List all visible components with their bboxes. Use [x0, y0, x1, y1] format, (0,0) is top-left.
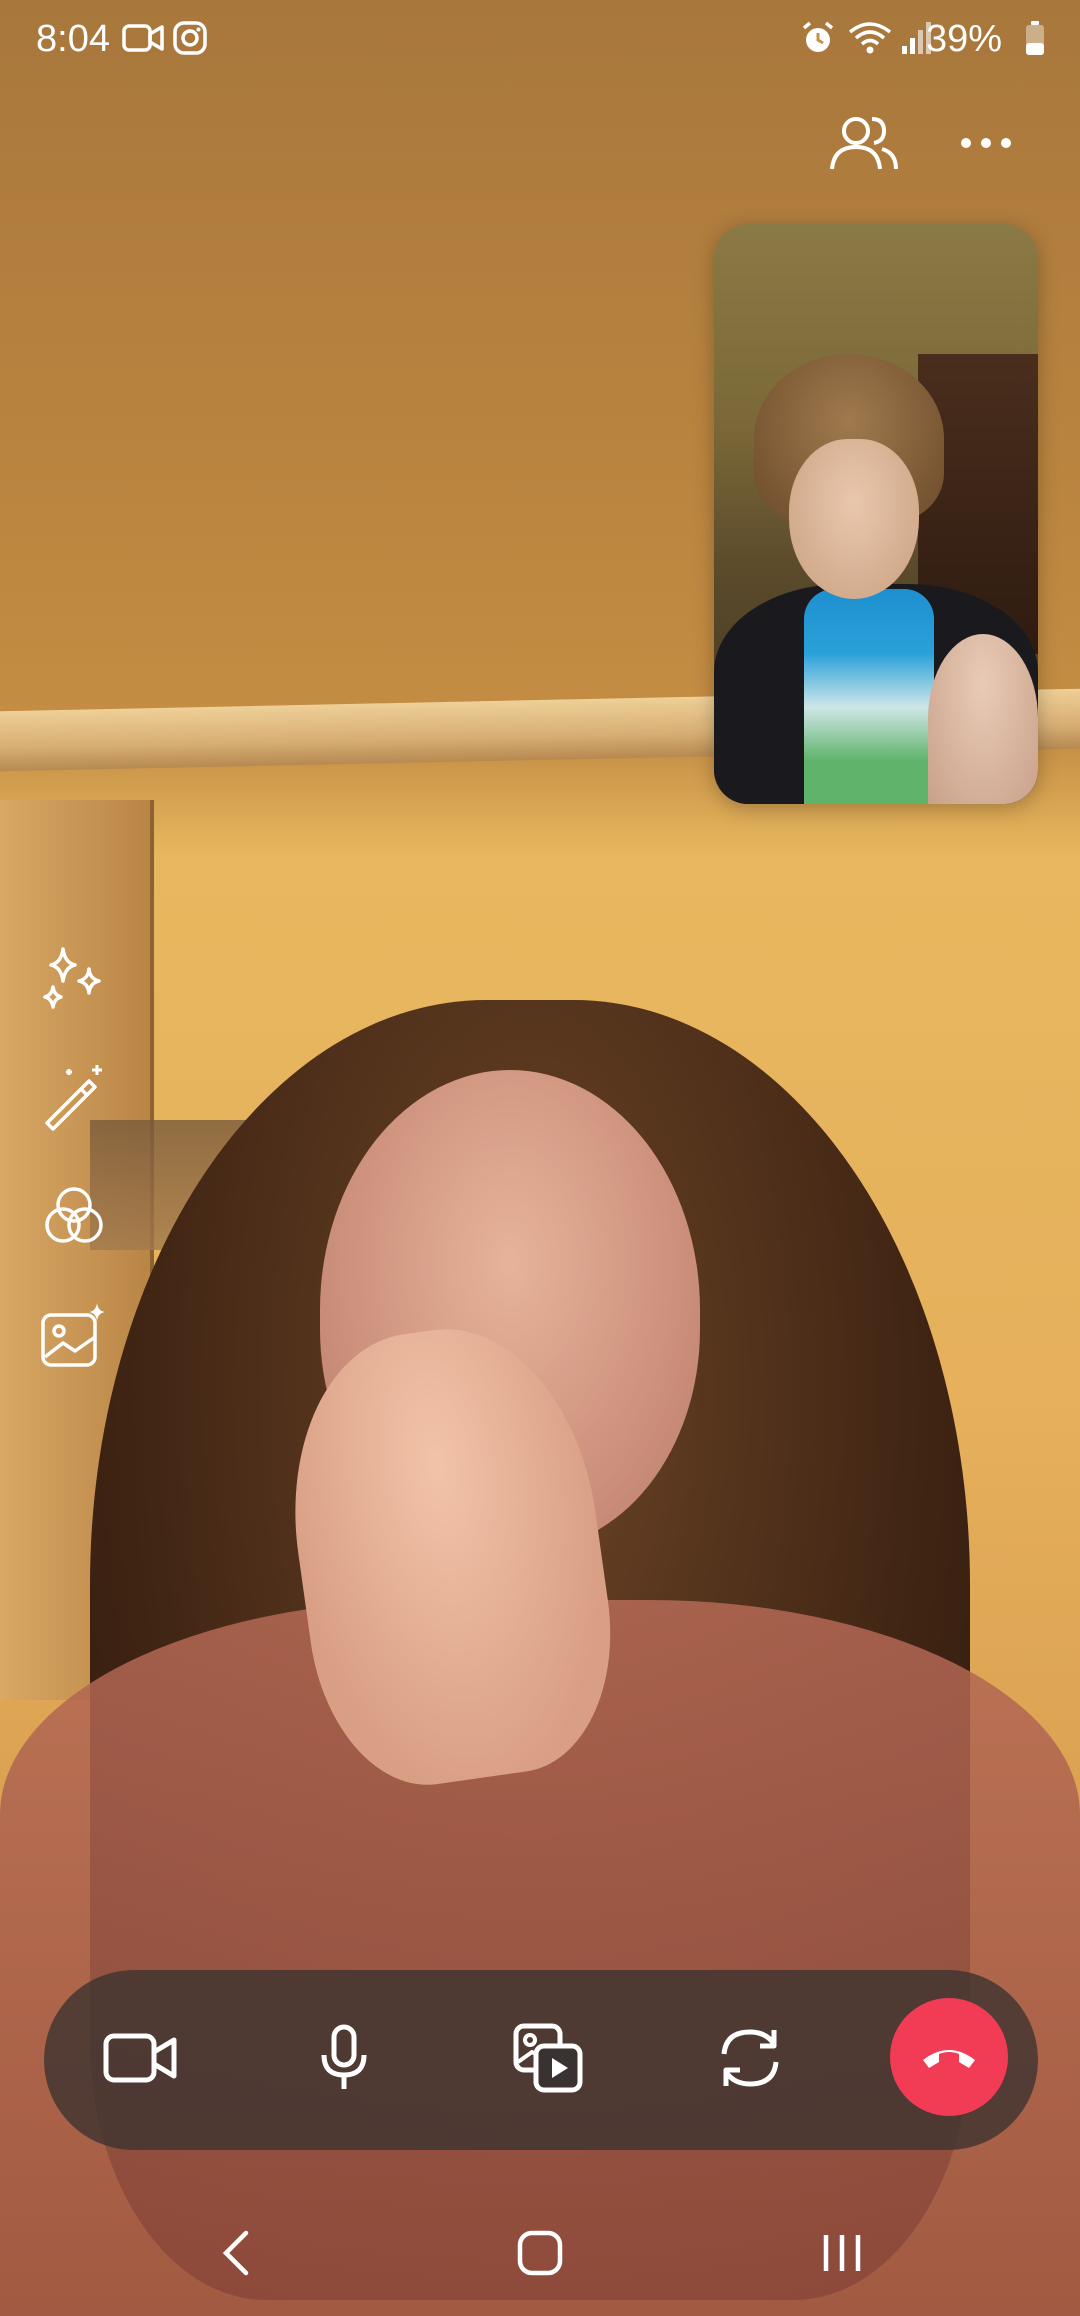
backgrounds-icon — [39, 1301, 109, 1376]
filters-button[interactable] — [36, 1180, 112, 1256]
call-controls-bar — [44, 1970, 1038, 2150]
filters-icon — [39, 1181, 109, 1256]
sparkles-icon — [39, 941, 109, 1016]
microphone-toggle-button[interactable] — [298, 2014, 390, 2106]
microphone-icon — [316, 2023, 372, 2098]
video-camera-icon — [102, 2028, 178, 2093]
status-bar: 8:04 39% — [0, 0, 1080, 80]
home-button[interactable] — [500, 2220, 580, 2290]
more-options-icon — [960, 136, 1012, 154]
end-call-icon — [919, 2040, 979, 2075]
self-view-face — [789, 439, 919, 599]
self-view-tile[interactable] — [714, 224, 1038, 804]
instagram-icon — [172, 20, 208, 66]
back-icon — [218, 2227, 254, 2284]
home-icon — [516, 2229, 564, 2282]
share-media-icon — [512, 2022, 584, 2099]
self-view-shirt — [804, 589, 934, 804]
system-nav-bar — [0, 2200, 1080, 2316]
battery-percent: 39% — [925, 18, 1002, 60]
end-call-button[interactable] — [890, 1998, 1008, 2116]
magic-wand-button[interactable] — [36, 1060, 112, 1136]
backgrounds-button[interactable] — [36, 1300, 112, 1376]
flip-camera-icon — [714, 2022, 786, 2099]
share-media-button[interactable] — [502, 2014, 594, 2106]
magic-wand-icon — [39, 1061, 109, 1136]
wifi-icon — [848, 20, 892, 66]
battery-icon — [1024, 20, 1046, 66]
effects-rail — [36, 940, 112, 1420]
effects-button[interactable] — [36, 940, 112, 1016]
camera-toggle-button[interactable] — [94, 2014, 186, 2106]
participants-button[interactable] — [824, 105, 904, 185]
recents-icon — [818, 2229, 866, 2282]
recents-button[interactable] — [802, 2220, 882, 2290]
flip-camera-button[interactable] — [704, 2014, 796, 2106]
more-options-button[interactable] — [946, 105, 1026, 185]
video-camera-icon — [122, 20, 164, 66]
video-call-screen: 8:04 39% — [0, 0, 1080, 2316]
self-view-hand — [928, 634, 1038, 804]
alarm-icon — [800, 20, 836, 66]
participants-icon — [828, 111, 900, 180]
back-button[interactable] — [196, 2220, 276, 2290]
status-time: 8:04 — [36, 18, 110, 60]
